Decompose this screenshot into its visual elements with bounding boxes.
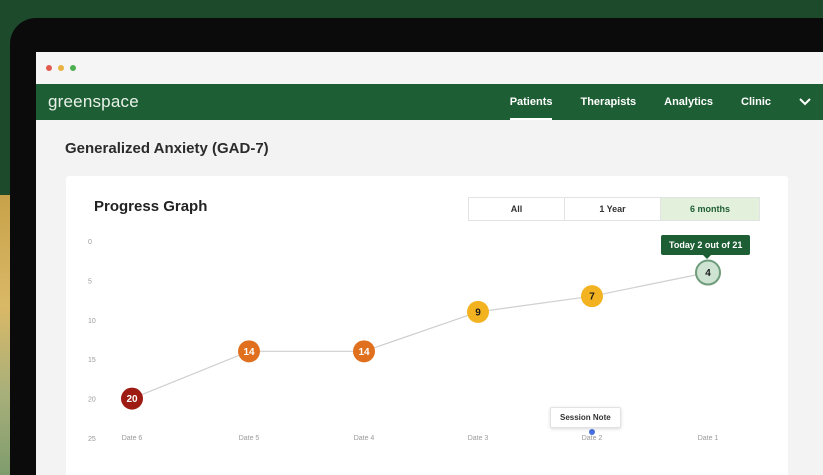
y-tick-label: 25: [88, 436, 96, 443]
brand-logo[interactable]: greenspace: [48, 92, 139, 112]
progress-line-chart: 0 5 10 15 20 25 Date 6 Date 5 Date 4 Date 3 Date 2…: [88, 239, 721, 443]
x-tick-label: Date 1: [698, 435, 719, 442]
nav-clinic[interactable]: Clinic: [727, 84, 785, 120]
x-tick-label: Date 5: [239, 435, 260, 442]
app-screen: greenspace Patients Therapists Analytics…: [36, 52, 823, 475]
today-tooltip: Today 2 out of 21: [661, 235, 751, 259]
chevron-down-icon[interactable]: [785, 84, 811, 120]
progress-graph-card: Progress Graph All 1 Year 6 months 0 5 10 1…: [66, 176, 788, 475]
y-tick-label: 20: [88, 397, 96, 404]
main-nav: Patients Therapists Analytics Clinic: [496, 84, 811, 120]
main-content: Generalized Anxiety (GAD-7) Progress Gra…: [36, 120, 823, 475]
data-point-label: 9: [475, 307, 481, 318]
window-minimize-dot[interactable]: [58, 65, 64, 71]
data-point-label: 14: [243, 347, 255, 358]
data-point-label: 4: [705, 268, 711, 279]
nav-analytics[interactable]: Analytics: [650, 84, 727, 120]
data-point-label: 7: [589, 292, 595, 303]
y-tick-label: 10: [88, 318, 96, 325]
data-point-label: 14: [358, 347, 370, 358]
x-tick-label: Date 6: [122, 435, 143, 442]
y-tick-label: 15: [88, 357, 96, 364]
nav-therapists[interactable]: Therapists: [566, 84, 650, 120]
x-tick-label: Date 4: [354, 435, 375, 442]
window-chrome: [36, 52, 823, 84]
page-title: Generalized Anxiety (GAD-7): [65, 140, 269, 157]
y-tick-label: 5: [88, 278, 92, 285]
y-tick-label: 0: [88, 239, 92, 246]
series-line: [131, 271, 709, 400]
x-tick-label: Date 3: [468, 435, 489, 442]
session-note-label[interactable]: Session Note: [550, 407, 621, 428]
data-point-label: 20: [126, 394, 138, 405]
window-close-dot[interactable]: [46, 65, 52, 71]
x-tick-label: Date 2: [582, 435, 603, 442]
session-note-marker[interactable]: [589, 429, 595, 435]
window-maximize-dot[interactable]: [70, 65, 76, 71]
nav-patients[interactable]: Patients: [496, 84, 567, 120]
top-navbar: greenspace Patients Therapists Analytics…: [36, 84, 823, 120]
